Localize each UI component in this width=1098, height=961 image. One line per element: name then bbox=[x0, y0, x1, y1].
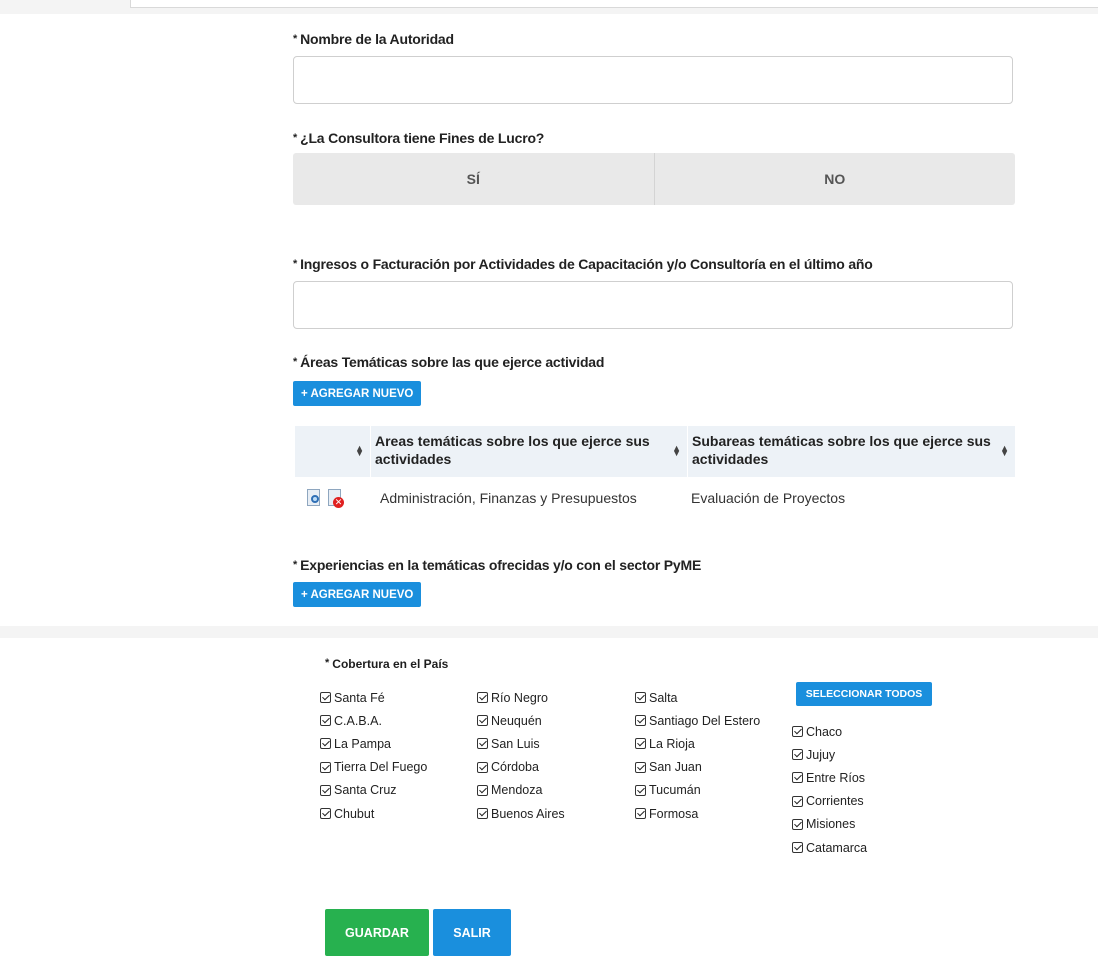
province-checkbox[interactable]: Corrientes bbox=[792, 790, 867, 813]
province-checkbox[interactable]: San Juan bbox=[635, 756, 760, 779]
province-checkbox[interactable]: Misiones bbox=[792, 813, 867, 836]
checked-checkbox-icon[interactable] bbox=[320, 715, 331, 727]
lucro-toggle: SÍ NO bbox=[293, 153, 1015, 205]
province-checkbox[interactable]: La Pampa bbox=[320, 732, 427, 755]
coverage-column-2: Río Negro Neuquén San Luis Córdoba Mendo… bbox=[477, 686, 565, 825]
view-edit-icon[interactable] bbox=[305, 488, 323, 508]
sort-icon: ▲ ▼ bbox=[1000, 443, 1009, 458]
delete-icon[interactable]: ✕ bbox=[326, 488, 344, 508]
ingresos-input[interactable] bbox=[293, 281, 1013, 329]
add-experiencia-button[interactable]: + AGREGAR NUEVO bbox=[293, 582, 422, 607]
checked-checkbox-icon[interactable] bbox=[635, 738, 646, 750]
experiencias-label: * Experiencias en la temáticas ofrecidas … bbox=[293, 557, 702, 573]
checked-checkbox-icon[interactable] bbox=[635, 692, 646, 704]
area-cell: Administración, Finanzas y Presupuestos bbox=[380, 490, 637, 506]
province-checkbox[interactable]: Córdoba bbox=[477, 756, 565, 779]
exit-button[interactable]: SALIR bbox=[433, 909, 511, 956]
province-checkbox[interactable]: Santa Cruz bbox=[320, 779, 427, 802]
province-checkbox[interactable]: Neuquén bbox=[477, 709, 565, 732]
subarea-cell: Evaluación de Proyectos bbox=[691, 490, 846, 506]
checked-checkbox-icon[interactable] bbox=[635, 808, 646, 820]
table-header: ▲ ▼ Areas temáticas sobre los que ejerce … bbox=[295, 426, 1015, 477]
province-checkbox[interactable]: Santiago Del Estero bbox=[635, 709, 760, 732]
province-checkbox[interactable]: Formosa bbox=[635, 802, 760, 825]
checked-checkbox-icon[interactable] bbox=[792, 749, 803, 761]
checked-checkbox-icon[interactable] bbox=[792, 795, 803, 807]
checked-checkbox-icon[interactable] bbox=[320, 692, 331, 704]
checked-checkbox-icon[interactable] bbox=[792, 818, 803, 830]
autoridad-label: * Nombre de la Autoridad bbox=[293, 31, 454, 47]
row-actions: ✕ bbox=[295, 488, 370, 508]
save-button[interactable]: GUARDAR bbox=[325, 909, 429, 956]
subareas-column-header[interactable]: Subareas temáticas sobre los que ejerce … bbox=[687, 426, 1015, 477]
top-bar bbox=[130, 0, 1098, 8]
province-checkbox[interactable]: Río Negro bbox=[477, 686, 565, 709]
province-checkbox[interactable]: Catamarca bbox=[792, 836, 867, 859]
coverage-column-1: Santa Fé C.A.B.A. La Pampa Tierra Del Fu… bbox=[320, 686, 427, 825]
areas-table: ▲ ▼ Areas temáticas sobre los que ejerce … bbox=[295, 426, 1015, 519]
checked-checkbox-icon[interactable] bbox=[320, 738, 331, 750]
checked-checkbox-icon[interactable] bbox=[320, 808, 331, 820]
checked-checkbox-icon[interactable] bbox=[320, 761, 331, 773]
province-checkbox[interactable]: La Rioja bbox=[635, 732, 760, 755]
add-area-button[interactable]: + AGREGAR NUEVO bbox=[293, 381, 422, 406]
checked-checkbox-icon[interactable] bbox=[635, 761, 646, 773]
province-checkbox[interactable]: C.A.B.A. bbox=[320, 709, 427, 732]
checked-checkbox-icon[interactable] bbox=[320, 784, 331, 796]
checked-checkbox-icon[interactable] bbox=[477, 808, 488, 820]
province-checkbox[interactable]: Tierra Del Fuego bbox=[320, 756, 427, 779]
province-checkbox[interactable]: Buenos Aires bbox=[477, 802, 565, 825]
province-checkbox[interactable]: Jujuy bbox=[792, 743, 867, 766]
checked-checkbox-icon[interactable] bbox=[792, 726, 803, 738]
actions-column-header[interactable]: ▲ ▼ bbox=[295, 426, 370, 477]
autoridad-input[interactable] bbox=[293, 56, 1013, 104]
checked-checkbox-icon[interactable] bbox=[635, 715, 646, 727]
province-checkbox[interactable]: Tucumán bbox=[635, 779, 760, 802]
province-checkbox[interactable]: Chaco bbox=[792, 720, 867, 743]
checked-checkbox-icon[interactable] bbox=[792, 772, 803, 784]
select-all-button[interactable]: SELECCIONAR TODOS bbox=[796, 682, 932, 706]
province-checkbox[interactable]: San Luis bbox=[477, 732, 565, 755]
table-row: ✕ Administración, Finanzas y Presupuesto… bbox=[295, 477, 1015, 519]
coverage-title: * Cobertura en el País bbox=[325, 657, 449, 671]
areas-column-header[interactable]: Areas temáticas sobre los que ejerce sus… bbox=[370, 426, 687, 477]
province-checkbox[interactable]: Santa Fé bbox=[320, 686, 427, 709]
checked-checkbox-icon[interactable] bbox=[477, 761, 488, 773]
lucro-si-option[interactable]: SÍ bbox=[293, 153, 654, 205]
checked-checkbox-icon[interactable] bbox=[477, 784, 488, 796]
province-checkbox[interactable]: Salta bbox=[635, 686, 760, 709]
ingresos-label: * Ingresos o Facturación por Actividades … bbox=[293, 256, 873, 272]
checked-checkbox-icon[interactable] bbox=[477, 738, 488, 750]
coverage-column-4: Chaco Jujuy Entre Ríos Corrientes Mision… bbox=[792, 720, 867, 859]
checked-checkbox-icon[interactable] bbox=[477, 692, 488, 704]
checked-checkbox-icon[interactable] bbox=[477, 715, 488, 727]
province-checkbox[interactable]: Mendoza bbox=[477, 779, 565, 802]
province-checkbox[interactable]: Entre Ríos bbox=[792, 766, 867, 789]
checked-checkbox-icon[interactable] bbox=[792, 842, 803, 854]
sort-icon: ▲ ▼ bbox=[355, 443, 364, 458]
sort-icon: ▲ ▼ bbox=[672, 443, 681, 458]
top-strip bbox=[0, 0, 1098, 14]
lucro-label: * ¿La Consultora tiene Fines de Lucro? bbox=[293, 130, 545, 146]
province-checkbox[interactable]: Chubut bbox=[320, 802, 427, 825]
lucro-no-option[interactable]: NO bbox=[655, 153, 1016, 205]
coverage-column-3: Salta Santiago Del Estero La Rioja San J… bbox=[635, 686, 760, 825]
areas-label: * Áreas Temáticas sobre las que ejerce ac… bbox=[293, 354, 605, 370]
checked-checkbox-icon[interactable] bbox=[635, 784, 646, 796]
